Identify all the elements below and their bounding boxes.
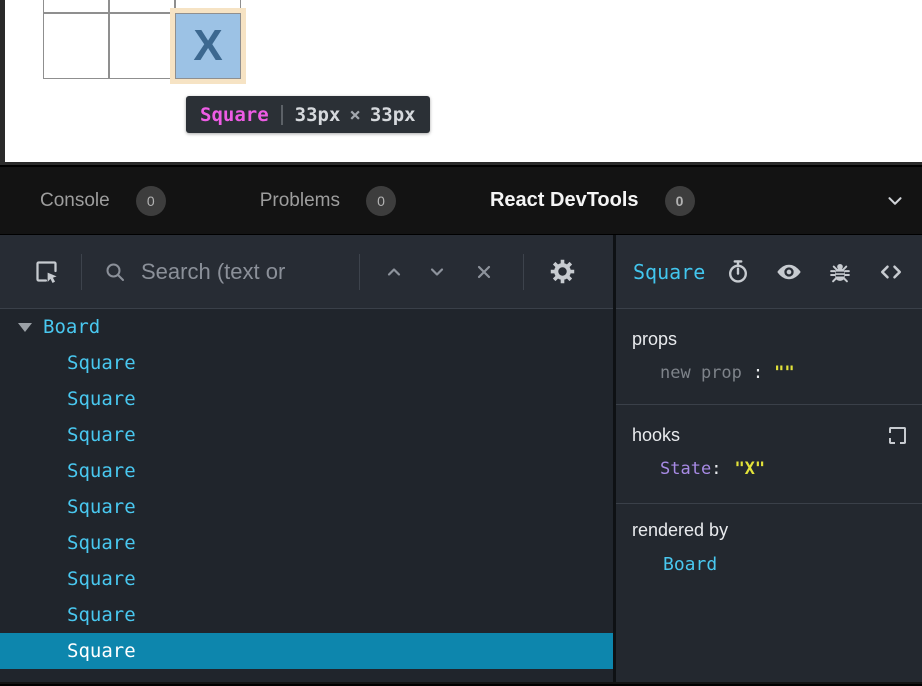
dashed-square-icon[interactable] — [889, 427, 906, 444]
tree-item-label: Square — [67, 424, 136, 446]
tree-item-label: Square — [67, 568, 136, 590]
prop-value[interactable]: "" — [774, 363, 794, 383]
hooks-section: hooks State : "X" — [616, 405, 922, 504]
view-source-icon[interactable] — [877, 258, 905, 286]
props-section: props new prop : "" — [616, 309, 922, 405]
details-header: Square — [616, 235, 922, 309]
hook-value[interactable]: "X" — [734, 459, 765, 479]
tree-item-square[interactable]: Square — [0, 561, 613, 597]
square-value: X — [193, 21, 222, 71]
stopwatch-icon[interactable] — [725, 259, 751, 285]
tab-problems[interactable]: Problems 0 — [260, 186, 396, 216]
search-prev-icon[interactable] — [382, 260, 406, 284]
bug-icon[interactable] — [827, 259, 853, 285]
tree-item-square-selected[interactable]: Square — [0, 633, 613, 669]
tab-label: Problems — [260, 190, 340, 212]
tree-item-label: Square — [67, 496, 136, 518]
tree-item-board[interactable]: Board — [0, 309, 613, 345]
toolbar-divider — [523, 254, 524, 290]
props-label: props — [632, 329, 906, 350]
component-details-panel: Square — [616, 235, 922, 682]
components-tree-panel: Board Square Square Square Square Square… — [0, 235, 613, 682]
hook-state-row[interactable]: State : "X" — [632, 459, 906, 479]
tree-item-label: Square — [67, 532, 136, 554]
tab-label: Console — [40, 190, 110, 212]
tab-badge: 0 — [136, 186, 166, 216]
tree-item-square[interactable]: Square — [0, 381, 613, 417]
times-glyph: × — [349, 104, 360, 126]
tab-badge: 0 — [665, 186, 695, 216]
board-square[interactable] — [43, 13, 109, 79]
board-square[interactable] — [109, 0, 175, 13]
inspect-element-icon[interactable] — [33, 258, 60, 285]
chevron-expanded-icon[interactable] — [18, 323, 32, 332]
board-square[interactable] — [175, 0, 241, 13]
new-prop-row[interactable]: new prop : "" — [632, 363, 906, 383]
tab-badge: 0 — [366, 186, 396, 216]
tab-console[interactable]: Console 0 — [40, 186, 166, 216]
tree-item-square[interactable]: Square — [0, 417, 613, 453]
rendered-by-section: rendered by Board — [616, 504, 922, 682]
tree-item-label: Square — [67, 640, 136, 662]
search-next-icon[interactable] — [425, 260, 449, 284]
window-left-edge — [0, 0, 5, 162]
tab-react-devtools[interactable]: React DevTools 0 — [490, 186, 695, 216]
clear-search-icon[interactable] — [472, 260, 496, 284]
hook-key: State — [660, 459, 711, 479]
tooltip-dimensions: 33px × 33px — [295, 104, 416, 126]
tree-item-label: Square — [67, 352, 136, 374]
tree-item-square[interactable]: Square — [0, 345, 613, 381]
board-square[interactable] — [43, 0, 109, 13]
tree-item-label: Square — [67, 388, 136, 410]
tooltip-divider — [281, 105, 283, 125]
component-tree: Board Square Square Square Square Square… — [0, 309, 613, 682]
tree-item-square[interactable]: Square — [0, 453, 613, 489]
panel-chevron-down-icon[interactable] — [884, 190, 906, 212]
hooks-label: hooks — [632, 425, 680, 446]
search-input[interactable] — [141, 259, 353, 285]
rendered-by-link[interactable]: Board — [663, 554, 717, 575]
react-devtools-panel: Board Square Square Square Square Square… — [0, 234, 922, 682]
tree-item-square[interactable]: Square — [0, 597, 613, 633]
selected-component-title: Square — [633, 260, 705, 284]
board-square[interactable] — [109, 13, 175, 79]
tree-item-label: Square — [67, 604, 136, 626]
inspect-tooltip: Square 33px × 33px — [186, 96, 430, 133]
hook-colon: : — [711, 459, 721, 479]
rendered-by-label: rendered by — [632, 520, 906, 541]
tab-label: React DevTools — [490, 189, 639, 212]
search-icon — [103, 260, 127, 284]
board-square-highlighted[interactable]: X — [175, 13, 241, 79]
tree-item-square[interactable]: Square — [0, 525, 613, 561]
prop-key[interactable]: new prop — [660, 363, 742, 383]
tree-item-label: Square — [67, 460, 136, 482]
eye-icon[interactable] — [775, 258, 803, 286]
toolbar-divider — [359, 254, 360, 290]
tooltip-component-name: Square — [200, 104, 269, 126]
details-header-icons — [725, 258, 905, 286]
tictactoe-board: X — [43, 0, 241, 79]
tree-item-square[interactable]: Square — [0, 489, 613, 525]
inspected-page: X Square 33px × 33px — [0, 0, 922, 162]
tree-toolbar — [0, 235, 613, 309]
prop-colon: : — [753, 363, 763, 383]
settings-gear-icon[interactable] — [548, 257, 577, 286]
tree-item-label: Board — [43, 316, 100, 338]
toolbar-divider — [81, 254, 82, 290]
devtools-tabbar: Console 0 Problems 0 React DevTools 0 — [0, 167, 922, 234]
